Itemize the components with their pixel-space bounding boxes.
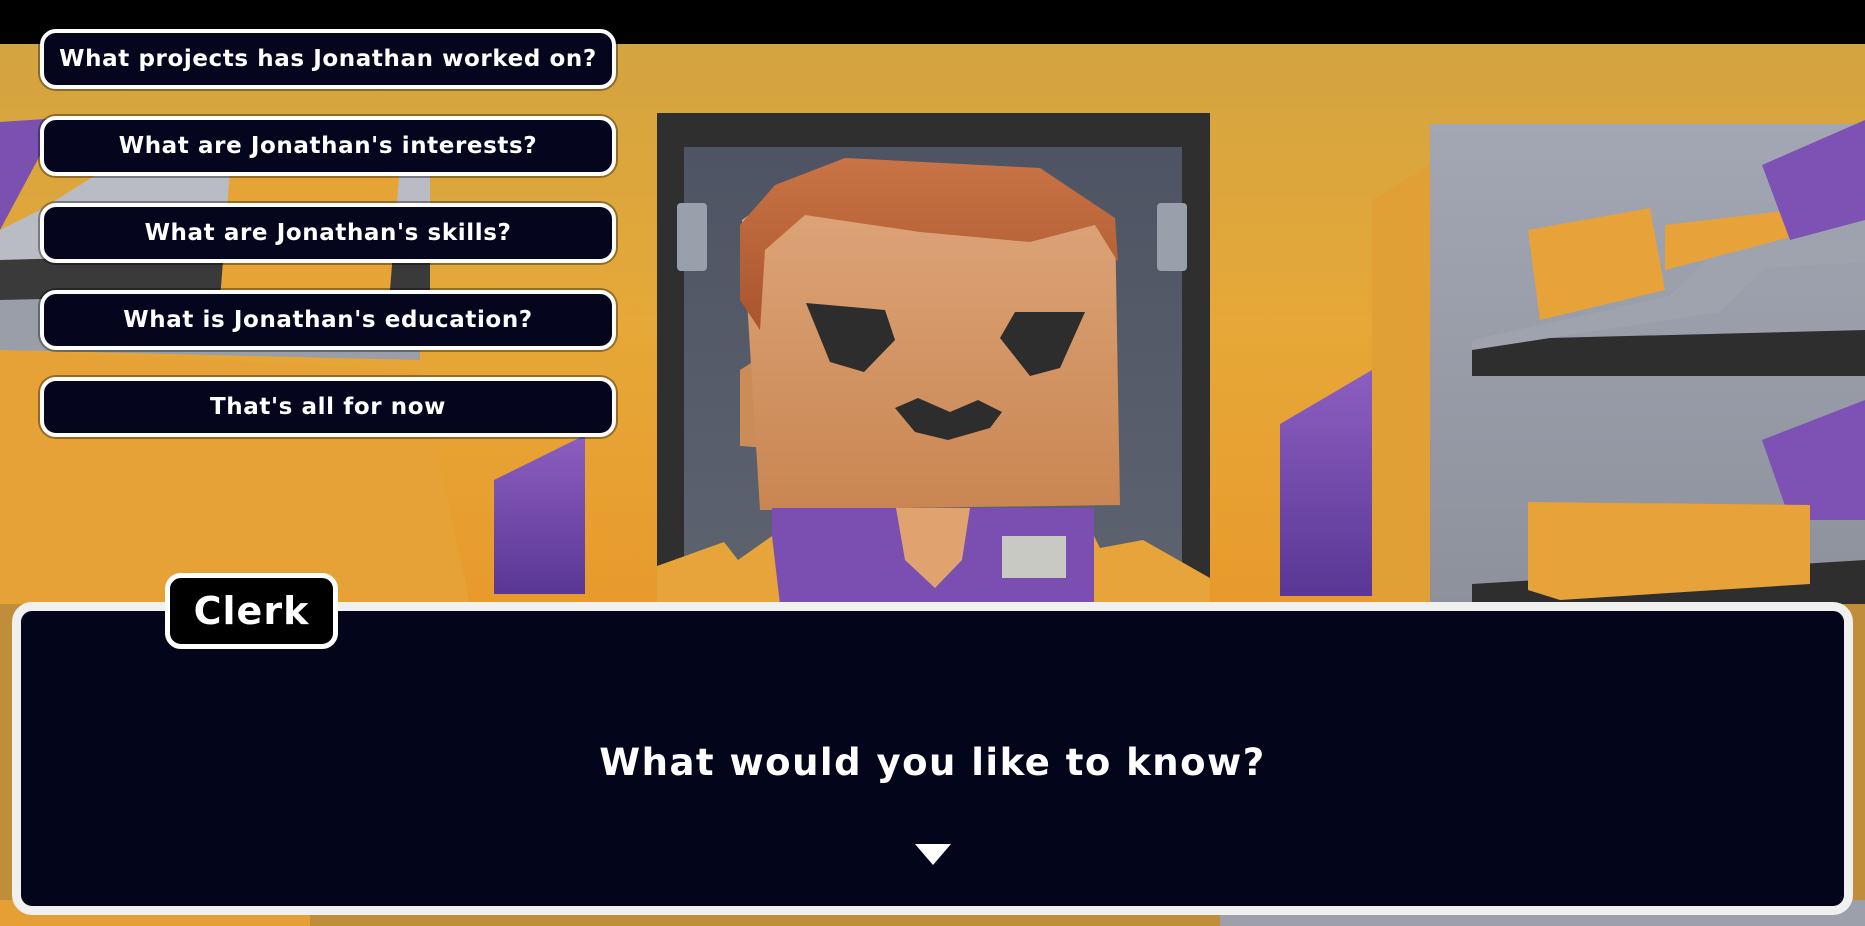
choice-label: That's all for now (210, 394, 446, 420)
choice-exit-button[interactable]: That's all for now (40, 377, 616, 437)
choice-label: What are Jonathan's skills? (144, 220, 512, 246)
choice-interests-button[interactable]: What are Jonathan's interests? (40, 116, 616, 176)
choice-label: What projects has Jonathan worked on? (59, 46, 597, 72)
speaker-name: Clerk (193, 589, 310, 633)
speaker-name-tag: Clerk (165, 573, 338, 649)
dialog-text: What would you like to know? (599, 741, 1266, 784)
choice-projects-button[interactable]: What projects has Jonathan worked on? (40, 29, 616, 89)
triangle-down-icon[interactable] (914, 844, 951, 865)
choice-label: What is Jonathan's education? (123, 307, 533, 333)
choice-education-button[interactable]: What is Jonathan's education? (40, 290, 616, 350)
choice-skills-button[interactable]: What are Jonathan's skills? (40, 203, 616, 263)
dialogue-choice-list: What projects has Jonathan worked on? Wh… (40, 29, 616, 464)
choice-label: What are Jonathan's interests? (118, 133, 538, 159)
